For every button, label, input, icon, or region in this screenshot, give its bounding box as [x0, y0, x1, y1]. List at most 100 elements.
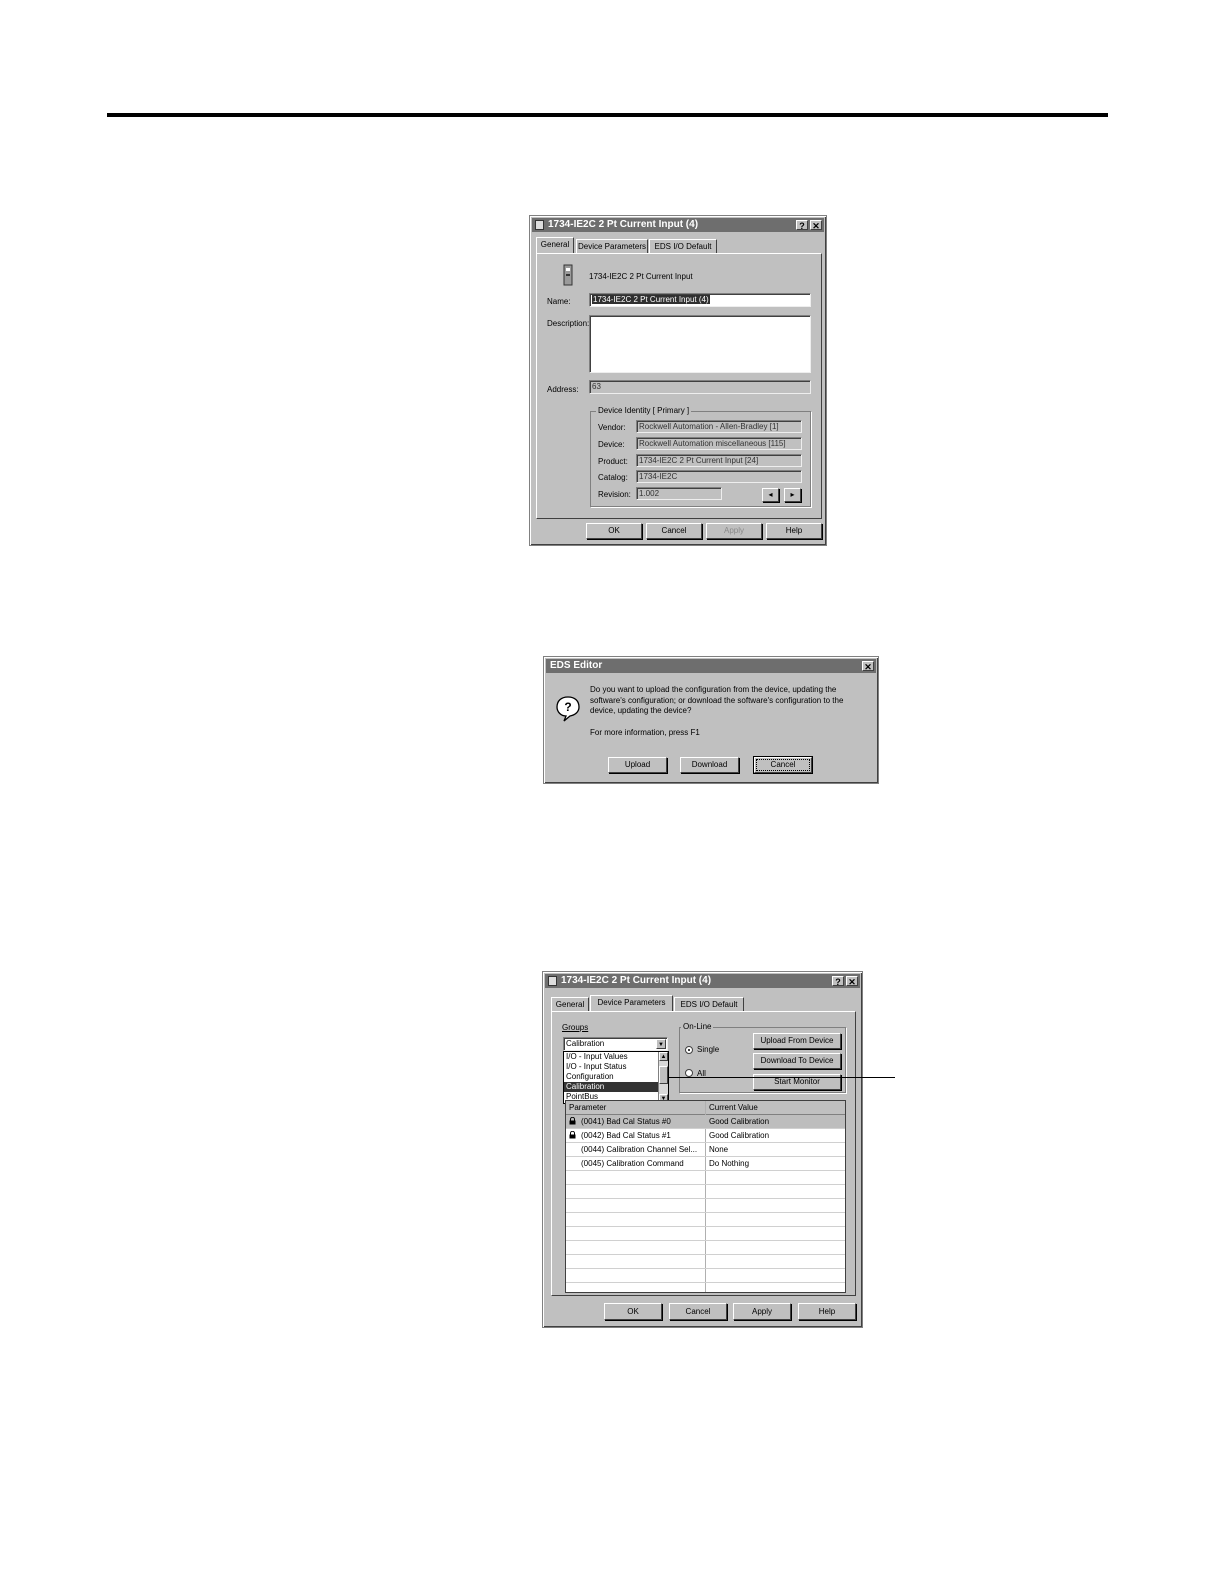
empty-row [566, 1213, 845, 1227]
device-parameters-titlebar: 1734-IE2C 2 Pt Current Input (4) ? ✕ [545, 974, 860, 988]
row-current-value[interactable]: Good Calibration [709, 1129, 769, 1142]
name-input[interactable]: 1734-IE2C 2 Pt Current Input (4) [589, 293, 811, 307]
close-icon[interactable]: ✕ [810, 220, 822, 231]
page-header-rule [107, 113, 1108, 117]
lock-icon [569, 1131, 576, 1139]
scroll-thumb[interactable] [659, 1066, 668, 1084]
download-button[interactable]: Download [680, 757, 739, 773]
eds-editor-info: For more information, press F1 [590, 728, 700, 737]
help-button[interactable]: Help [798, 1303, 856, 1320]
eds-editor-titlebar: EDS Editor ✕ [546, 659, 876, 673]
parameter-table: Parameter Current Value (0041) Bad Cal S… [565, 1100, 846, 1293]
row-current-value[interactable]: None [709, 1143, 728, 1156]
table-row[interactable]: (0042) Bad Cal Status #1 Good Calibratio… [566, 1129, 845, 1143]
revision-field: 1.002 [636, 487, 722, 500]
empty-row [566, 1185, 845, 1199]
lock-icon [569, 1117, 576, 1125]
cancel-button[interactable]: Cancel [669, 1303, 727, 1320]
help-icon[interactable]: ? [796, 220, 808, 231]
product-label: Product: [598, 457, 628, 466]
table-row[interactable]: (0041) Bad Cal Status #0 Good Calibratio… [566, 1115, 845, 1129]
upload-from-device-button[interactable]: Upload From Device [753, 1033, 841, 1049]
device-identity-title: Device Identity [ Primary ] [596, 406, 692, 415]
single-radio[interactable] [685, 1046, 693, 1054]
device-parameters-dialog: 1734-IE2C 2 Pt Current Input (4) ? ✕ Gen… [542, 971, 863, 1328]
eds-editor-message: Do you want to upload the configuration … [590, 685, 844, 715]
address-label: Address: [547, 385, 579, 394]
name-label: Name: [547, 297, 571, 306]
help-button[interactable]: Help [766, 523, 822, 539]
cancel-button[interactable]: Cancel [754, 757, 812, 773]
ok-button[interactable]: OK [604, 1303, 662, 1320]
empty-row [566, 1241, 845, 1255]
callout-line [668, 1077, 895, 1078]
row-current-value[interactable]: Good Calibration [709, 1115, 769, 1128]
empty-row [566, 1171, 845, 1185]
empty-row [566, 1199, 845, 1213]
groups-scrollbar[interactable]: ▲ ▼ [658, 1052, 668, 1103]
ok-button[interactable]: OK [586, 523, 642, 539]
tab-device-parameters[interactable]: Device Parameters [576, 239, 648, 253]
cancel-button[interactable]: Cancel [646, 523, 702, 539]
general-dialog-titlebar: 1734-IE2C 2 Pt Current Input (4) ? ✕ [532, 218, 824, 232]
tab-device-parameters[interactable]: Device Parameters [590, 995, 673, 1011]
tab-eds-io-default[interactable]: EDS I/O Default [674, 997, 744, 1011]
row-current-value[interactable]: Do Nothing [709, 1157, 749, 1170]
table-row[interactable]: (0045) Calibration Command Do Nothing [566, 1157, 845, 1171]
all-radio[interactable] [685, 1069, 693, 1077]
general-dialog: 1734-IE2C 2 Pt Current Input (4) ? ✕ Gen… [529, 215, 827, 546]
next-arrow-button[interactable]: ▸ [784, 488, 801, 502]
scroll-up-icon[interactable]: ▲ [659, 1052, 668, 1061]
column-header-current-value[interactable]: Current Value [706, 1101, 845, 1114]
groups-option-calibration[interactable]: Calibration [564, 1082, 668, 1092]
device-label: Device: [598, 440, 625, 449]
catalog-label: Catalog: [598, 473, 628, 482]
description-label: Description: [547, 319, 590, 328]
groups-label: Groups [562, 1023, 589, 1032]
row-parameter: (0041) Bad Cal Status #0 [581, 1117, 671, 1126]
device-identity-group: Device Identity [ Primary ] Vendor: Rock… [590, 406, 811, 507]
empty-row [566, 1269, 845, 1283]
dialog-title: 1734-IE2C 2 Pt Current Input (4) [561, 975, 712, 986]
question-icon: ? [556, 696, 580, 722]
chevron-down-icon[interactable]: ▼ [656, 1039, 666, 1049]
column-header-parameter[interactable]: Parameter [566, 1101, 706, 1114]
revision-label: Revision: [598, 490, 631, 499]
previous-arrow-button[interactable]: ◂ [762, 488, 779, 502]
app-icon [548, 976, 557, 986]
row-parameter: (0042) Bad Cal Status #1 [581, 1131, 671, 1140]
apply-button[interactable]: Apply [733, 1303, 791, 1320]
groups-dropdown[interactable]: Calibration ▼ [563, 1037, 668, 1051]
table-row[interactable]: (0044) Calibration Channel Sel... None [566, 1143, 845, 1157]
groups-option-input-values[interactable]: I/O - Input Values [564, 1052, 668, 1062]
general-panel: 1734-IE2C 2 Pt Current Input Name: 1734-… [536, 253, 822, 519]
device-parameters-panel: Groups Calibration ▼ I/O - Input Values … [551, 1011, 856, 1296]
single-label: Single [697, 1045, 720, 1054]
groups-option-configuration[interactable]: Configuration [564, 1072, 668, 1082]
groups-option-input-status[interactable]: I/O - Input Status [564, 1062, 668, 1072]
online-title: On-Line [681, 1022, 714, 1031]
row-parameter: (0045) Calibration Command [581, 1159, 684, 1168]
tab-general[interactable]: General [551, 997, 589, 1011]
description-input[interactable] [589, 315, 811, 373]
download-to-device-button[interactable]: Download To Device [753, 1053, 841, 1069]
help-icon[interactable]: ? [832, 976, 844, 987]
close-icon[interactable]: ✕ [846, 976, 858, 987]
close-icon[interactable]: ✕ [862, 661, 874, 672]
groups-listbox[interactable]: I/O - Input Values I/O - Input Status Co… [563, 1051, 669, 1104]
address-field: 63 [589, 380, 811, 394]
vendor-label: Vendor: [598, 423, 626, 432]
device-type-label: 1734-IE2C 2 Pt Current Input [589, 272, 693, 281]
upload-button[interactable]: Upload [608, 757, 667, 773]
apply-button[interactable]: Apply [706, 523, 762, 539]
tab-eds-io-default[interactable]: EDS I/O Default [649, 239, 717, 253]
svg-text:?: ? [564, 700, 571, 714]
device-field: Rockwell Automation miscellaneous [115] [636, 437, 802, 450]
vendor-field: Rockwell Automation - Allen-Bradley [1] [636, 420, 802, 433]
device-module-icon [563, 264, 573, 286]
app-icon [535, 220, 544, 230]
empty-row [566, 1227, 845, 1241]
eds-editor-title: EDS Editor [550, 660, 603, 671]
tab-general[interactable]: General [536, 237, 574, 253]
name-input-value: 1734-IE2C 2 Pt Current Input (4) [592, 295, 710, 304]
